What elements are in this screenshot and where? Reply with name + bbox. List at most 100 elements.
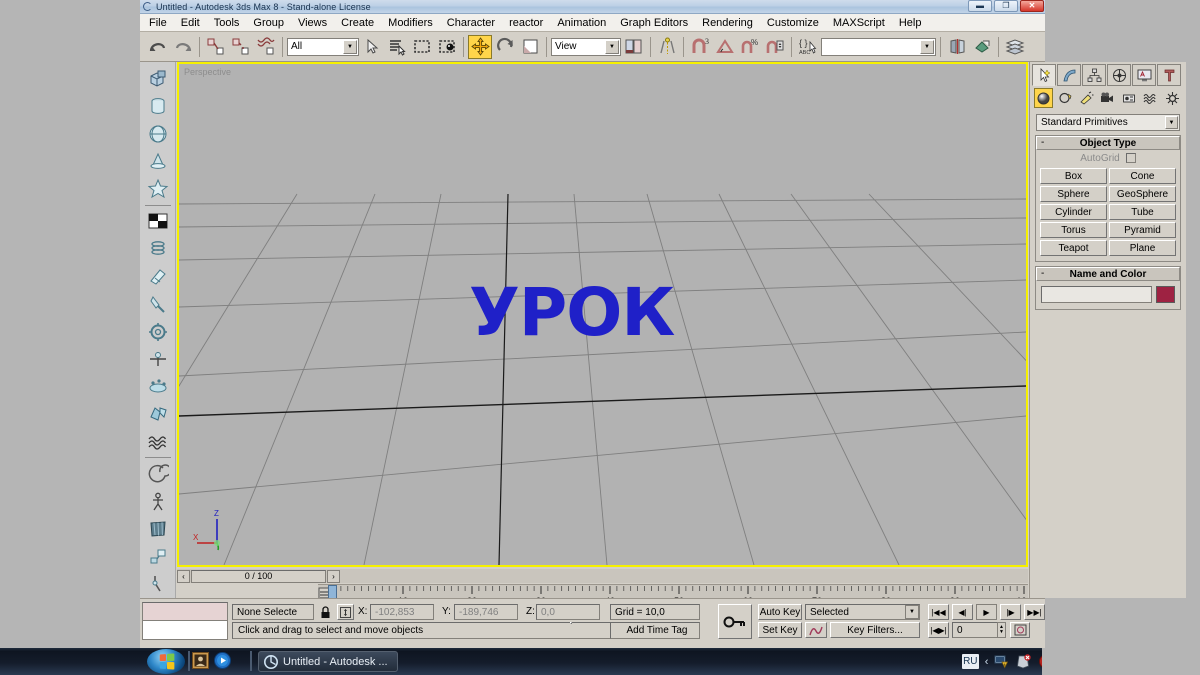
menu-item-edit[interactable]: Edit — [174, 16, 207, 30]
add-time-tag-button[interactable]: Add Time Tag — [610, 622, 700, 639]
current-frame-field[interactable]: 0 / 100 — [191, 569, 326, 583]
cloth-icon[interactable] — [144, 515, 172, 543]
media-library-icon[interactable] — [192, 652, 209, 669]
object-name-input[interactable] — [1041, 286, 1152, 303]
menu-item-animation[interactable]: Animation — [550, 16, 613, 30]
set-key-button[interactable]: Set Key — [758, 622, 802, 638]
key-filters-button[interactable]: Key Filters... — [830, 622, 920, 638]
collapse-icon[interactable]: - — [1041, 269, 1044, 279]
particle-icon[interactable] — [144, 373, 172, 401]
named-selection-set-combo[interactable]: ▼ — [821, 37, 936, 56]
unlink-selection-icon[interactable] — [229, 35, 253, 59]
menu-item-group[interactable]: Group — [246, 16, 291, 30]
fragment-icon[interactable] — [144, 400, 172, 428]
systems-category[interactable] — [1163, 88, 1182, 108]
motion-tab[interactable] — [1107, 64, 1131, 86]
align-icon[interactable] — [970, 35, 994, 59]
wave-icon[interactable] — [144, 428, 172, 456]
box-icon[interactable] — [144, 65, 172, 93]
snaps-toggle-icon[interactable]: 3 — [688, 35, 712, 59]
space-warps-category[interactable] — [1141, 88, 1160, 108]
select-by-name-icon[interactable] — [385, 35, 409, 59]
create-tab[interactable] — [1032, 64, 1056, 86]
menu-item-tools[interactable]: Tools — [207, 16, 247, 30]
object-color-swatch[interactable] — [1156, 286, 1175, 303]
mirror-icon[interactable] — [945, 35, 969, 59]
curve-editor-icon[interactable] — [805, 622, 827, 638]
selection-filter-combo[interactable]: All ▼ — [287, 37, 359, 56]
geosphere-button[interactable]: GeoSphere — [1109, 186, 1176, 202]
key-mode-toggle-button[interactable] — [718, 604, 752, 639]
spiral-icon[interactable] — [144, 460, 172, 488]
brush-icon[interactable] — [144, 290, 172, 318]
x-coord-field[interactable]: -102,853 — [370, 604, 434, 620]
cylinder-icon[interactable] — [144, 93, 172, 121]
current-frame-input[interactable]: 0 — [952, 622, 1000, 638]
bind-space-warp-icon[interactable] — [254, 35, 278, 59]
constraint-icon[interactable] — [144, 543, 172, 571]
menu-item-help[interactable]: Help — [892, 16, 929, 30]
autogrid-checkbox[interactable] — [1125, 153, 1136, 163]
z-coord-field[interactable]: 0,0 — [536, 604, 600, 620]
next-frame-arrow[interactable]: › — [327, 569, 340, 583]
name-and-color-rollout-header[interactable]: - Name and Color — [1036, 267, 1180, 281]
hierarchy-tab[interactable] — [1082, 64, 1106, 86]
sphere-icon[interactable] — [144, 120, 172, 148]
select-and-move-icon[interactable] — [468, 34, 492, 59]
menu-item-create[interactable]: Create — [334, 16, 381, 30]
checker-material-icon[interactable] — [144, 208, 172, 236]
language-indicator[interactable]: RU — [961, 654, 979, 669]
antivirus-alert-icon[interactable] — [1016, 654, 1032, 669]
select-object-icon[interactable] — [360, 35, 384, 59]
key-filter-selection-combo[interactable]: Selected — [805, 604, 920, 620]
star-icon[interactable] — [144, 175, 172, 203]
minimize-button[interactable]: ▬ — [968, 0, 992, 12]
lights-category[interactable] — [1077, 88, 1096, 108]
geometry-category[interactable] — [1034, 88, 1054, 108]
start-button[interactable] — [147, 649, 185, 674]
object-type-rollout-header[interactable]: - Object Type — [1036, 136, 1180, 150]
utilities-tab[interactable] — [1157, 64, 1181, 86]
mirror-selected-objects-icon[interactable] — [655, 35, 679, 59]
reference-coordinate-combo[interactable]: View ▼ — [551, 37, 621, 56]
object-category-dropdown[interactable]: Standard Primitives ▼ — [1036, 114, 1180, 131]
plane-button[interactable]: Plane — [1109, 240, 1176, 256]
menu-item-character[interactable]: Character — [440, 16, 502, 30]
torus-button[interactable]: Torus — [1040, 222, 1107, 238]
previous-frame-arrow[interactable]: ‹ — [177, 569, 190, 583]
collapse-icon[interactable]: - — [1041, 138, 1044, 148]
display-tab[interactable] — [1132, 64, 1156, 86]
layer-manager-icon[interactable] — [1003, 35, 1027, 59]
chevron-down-icon[interactable]: ▼ — [343, 39, 357, 54]
select-and-rotate-icon[interactable] — [493, 35, 517, 59]
redo-icon[interactable] — [171, 35, 195, 59]
select-and-scale-icon[interactable] — [518, 35, 542, 59]
percent-snap-toggle-icon[interactable]: % — [738, 35, 762, 59]
time-configuration-icon[interactable] — [1010, 622, 1030, 638]
absolute-relative-mode-icon[interactable] — [337, 604, 354, 620]
menu-item-graph-editors[interactable]: Graph Editors — [613, 16, 695, 30]
spinner-snap-toggle-icon[interactable] — [763, 35, 787, 59]
undo-icon[interactable] — [146, 35, 170, 59]
cylinder-button[interactable]: Cylinder — [1040, 204, 1107, 220]
menu-item-reactor[interactable]: reactor — [502, 16, 550, 30]
modify-tab[interactable] — [1057, 64, 1081, 86]
bone-icon[interactable] — [144, 345, 172, 373]
lock-icon[interactable] — [317, 604, 333, 620]
key-mode-toggle-small-button[interactable]: |◀▶| — [928, 622, 949, 638]
chevron-down-icon[interactable]: ▼ — [920, 39, 934, 54]
go-to-end-button[interactable]: ▶▶| — [1024, 604, 1045, 620]
skeleton-icon[interactable] — [144, 571, 172, 599]
named-selection-sets-icon[interactable]: { } ABC — [796, 35, 820, 59]
gear-icon[interactable] — [144, 318, 172, 346]
shapes-category[interactable] — [1055, 88, 1074, 108]
menu-item-file[interactable]: File — [142, 16, 174, 30]
eraser-icon[interactable] — [144, 263, 172, 291]
menu-item-modifiers[interactable]: Modifiers — [381, 16, 440, 30]
auto-key-button[interactable]: Auto Key — [758, 604, 802, 620]
previous-frame-button[interactable]: ◀| — [952, 604, 973, 620]
restore-button[interactable]: ❐ — [994, 0, 1018, 12]
show-hidden-icons-icon[interactable]: ‹ — [985, 656, 989, 668]
close-button[interactable]: ✕ — [1020, 0, 1044, 12]
play-animation-button[interactable]: ▶ — [976, 604, 997, 620]
